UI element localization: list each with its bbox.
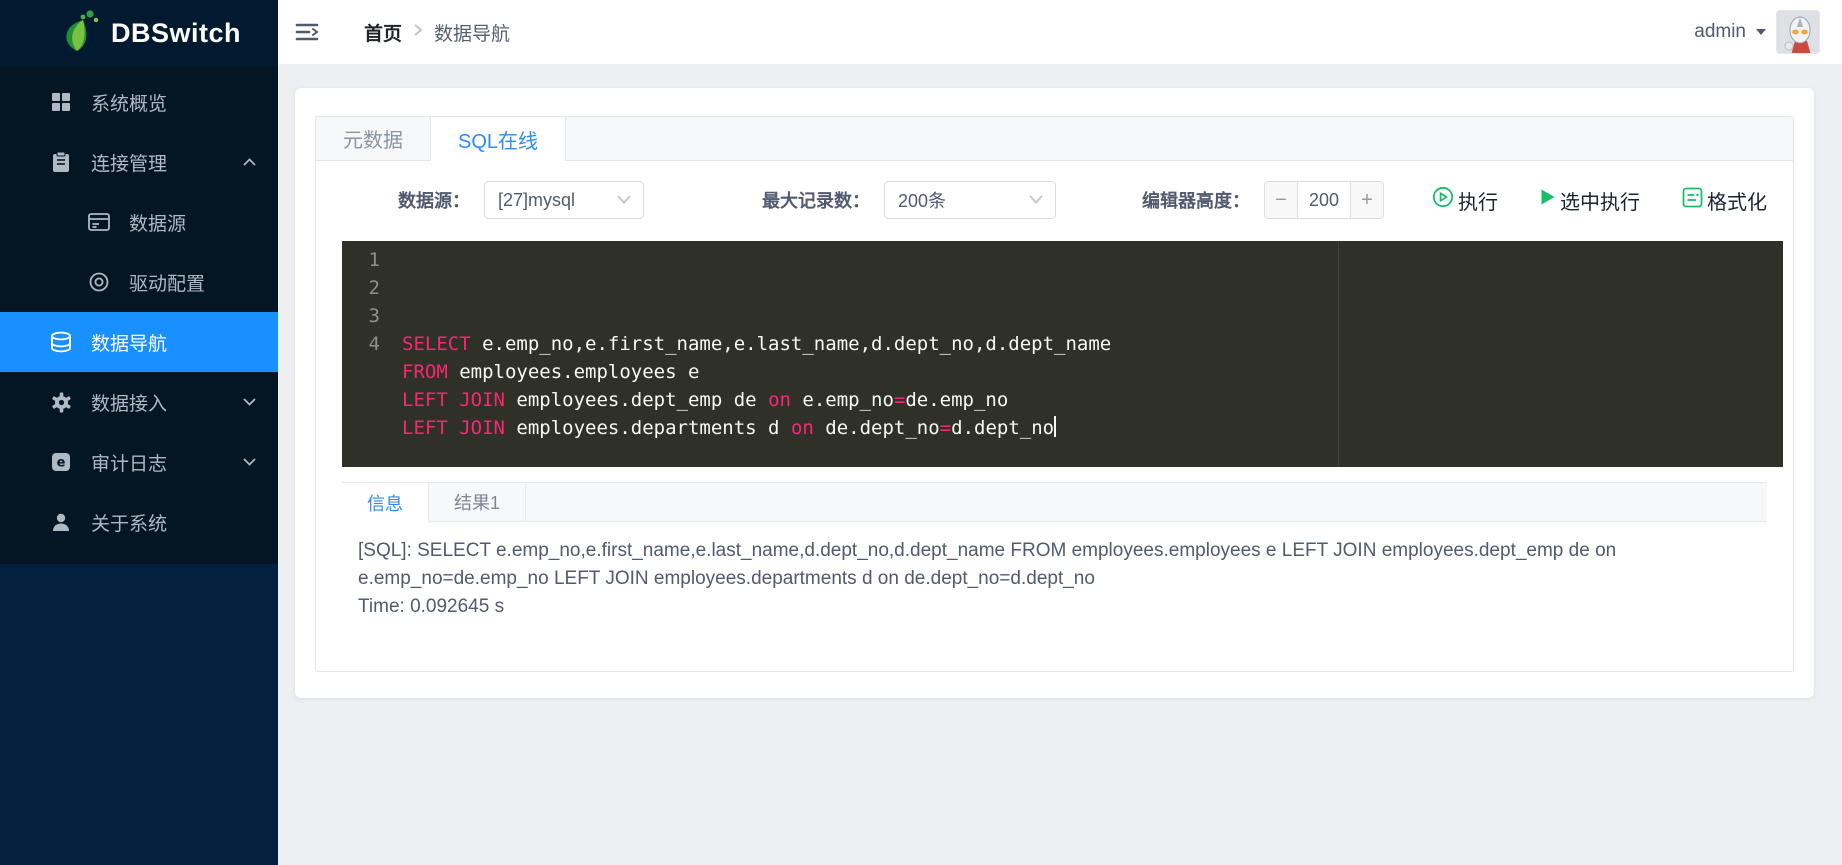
max-records-label: 最大记录数：	[762, 191, 870, 211]
database-icon	[50, 331, 72, 353]
sidebar-item-connection-management[interactable]: 连接管理	[0, 132, 278, 192]
content-card: 元数据 SQL在线 数据源： [27]mysql 最大记录数： 200条 编辑器…	[295, 88, 1814, 698]
sidebar-item-label: 系统概览	[91, 93, 168, 115]
editor-height-stepper: − +	[1264, 181, 1384, 219]
execution-time: Time: 0.092645 s	[358, 596, 505, 617]
run-button[interactable]: 执行	[1432, 186, 1498, 215]
chevron-down-icon	[243, 398, 256, 406]
editor-height-input[interactable]	[1298, 182, 1350, 218]
sidebar-item-data-navigation[interactable]: 数据导航	[0, 312, 278, 372]
line-number: 4	[368, 333, 380, 355]
top-header: 首页 数据导航 admin	[278, 0, 1842, 65]
gear-icon	[50, 391, 72, 413]
user-avatar[interactable]	[1776, 10, 1820, 54]
text-cursor	[1054, 416, 1057, 437]
line-number: 2	[368, 277, 380, 299]
editor-line: LEFT JOIN employees.departments d on de.…	[402, 416, 1057, 439]
tab-result-1[interactable]: 结果1	[429, 483, 527, 521]
play-triangle-icon	[1540, 188, 1556, 212]
run-selected-button[interactable]: 选中执行	[1540, 186, 1640, 215]
main-tabs: 元数据 SQL在线	[316, 117, 1793, 161]
sidebar-item-audit-log[interactable]: e 审计日志	[0, 432, 278, 492]
datasource-label: 数据源：	[398, 191, 470, 211]
breadcrumb: 首页 数据导航	[364, 19, 510, 46]
breadcrumb-current: 数据导航	[434, 23, 511, 45]
editor-line: SELECT e.emp_no,e.first_name,e.last_name…	[402, 333, 1112, 355]
chevron-down-icon	[243, 458, 256, 466]
datasource-select[interactable]: [27]mysql	[484, 181, 644, 219]
server-card-icon	[88, 211, 110, 233]
action-buttons: 执行 选中执行 格式化	[1432, 186, 1767, 215]
app-logo: DBSwitch	[0, 0, 278, 66]
stepper-increase-button[interactable]: +	[1350, 182, 1383, 218]
editor-line-numbers: 1 2 3 4	[342, 241, 390, 467]
format-button[interactable]: 格式化	[1682, 186, 1767, 215]
app-name: DBSwitch	[111, 17, 242, 48]
svg-text:e: e	[57, 456, 66, 471]
clipboard-icon	[50, 151, 72, 173]
breadcrumb-home[interactable]: 首页	[364, 19, 402, 46]
caret-down-icon	[1755, 23, 1767, 41]
sidebar-item-data-access[interactable]: 数据接入	[0, 372, 278, 432]
leaf-logo-icon	[56, 8, 100, 59]
sql-panel: 元数据 SQL在线 数据源： [27]mysql 最大记录数： 200条 编辑器…	[315, 116, 1794, 672]
editor-line: FROM employees.employees e	[402, 361, 700, 383]
user-menu[interactable]: admin	[1694, 10, 1820, 54]
sidebar: DBSwitch 系统概览连接管理数据源驱动配置数据导航数据接入 e 审计日志关于系…	[0, 0, 278, 865]
format-document-icon	[1682, 187, 1703, 214]
sidebar-menu: 系统概览连接管理数据源驱动配置数据导航数据接入 e 审计日志关于系统	[0, 66, 278, 564]
sql-message: [SQL]: SELECT e.emp_no,e.first_name,e.la…	[358, 540, 1617, 589]
stepper-decrease-button[interactable]: −	[1265, 182, 1298, 218]
editor-code-area[interactable]: SELECT e.emp_no,e.first_name,e.last_name…	[390, 241, 1783, 467]
user-icon	[50, 511, 72, 533]
line-number: 1	[368, 249, 380, 271]
sidebar-item-datasource[interactable]: 数据源	[0, 192, 278, 252]
info-output: [SQL]: SELECT e.emp_no,e.first_name,e.la…	[342, 522, 1767, 671]
sidebar-item-label: 驱动配置	[129, 273, 206, 295]
run-circle-play-icon	[1432, 186, 1454, 214]
sidebar-item-about-system[interactable]: 关于系统	[0, 492, 278, 552]
tab-info[interactable]: 信息	[342, 483, 429, 522]
line-number: 3	[368, 305, 380, 327]
sidebar-item-label: 数据导航	[91, 333, 168, 355]
chevron-down-icon	[1029, 191, 1043, 209]
tab-metadata[interactable]: 元数据	[316, 117, 431, 160]
username: admin	[1694, 21, 1746, 42]
audit-icon: e	[50, 451, 72, 473]
chevron-up-icon	[243, 158, 256, 166]
editor-line: LEFT JOIN employees.dept_emp de on e.emp…	[402, 389, 1009, 411]
sidebar-item-label: 数据源	[129, 213, 187, 235]
sidebar-item-driver-config[interactable]: 驱动配置	[0, 252, 278, 312]
breadcrumb-separator-icon	[412, 23, 424, 42]
disc-icon	[88, 271, 110, 293]
sidebar-fold-icon[interactable]	[292, 17, 322, 47]
sidebar-item-label: 数据接入	[91, 393, 168, 415]
page-content: 元数据 SQL在线 数据源： [27]mysql 最大记录数： 200条 编辑器…	[278, 65, 1842, 865]
sidebar-item-system-overview[interactable]: 系统概览	[0, 72, 278, 132]
sidebar-item-label: 审计日志	[91, 453, 168, 475]
sql-toolbar: 数据源： [27]mysql 最大记录数： 200条 编辑器高度： − 200 …	[342, 181, 1767, 219]
tab-sql-online[interactable]: SQL在线	[431, 117, 567, 161]
print-margin-line	[1338, 241, 1339, 467]
grid-icon	[50, 91, 72, 113]
sidebar-item-label: 连接管理	[91, 153, 168, 175]
result-tabs: 信息 结果1	[342, 482, 1767, 522]
datasource-value: [27]mysql	[498, 189, 576, 210]
max-records-select[interactable]: 200条	[884, 181, 1056, 219]
sql-code-editor[interactable]: 1 2 3 4 SELECT e.emp_no,e.first_name,e.last…	[342, 241, 1783, 467]
sidebar-item-label: 关于系统	[91, 513, 168, 535]
max-records-value: 200条	[898, 191, 947, 211]
chevron-down-icon	[617, 191, 631, 209]
editor-height-label: 编辑器高度：	[1142, 191, 1250, 211]
sql-tab-body: 数据源： [27]mysql 最大记录数： 200条 编辑器高度： − 200 …	[316, 161, 1793, 671]
